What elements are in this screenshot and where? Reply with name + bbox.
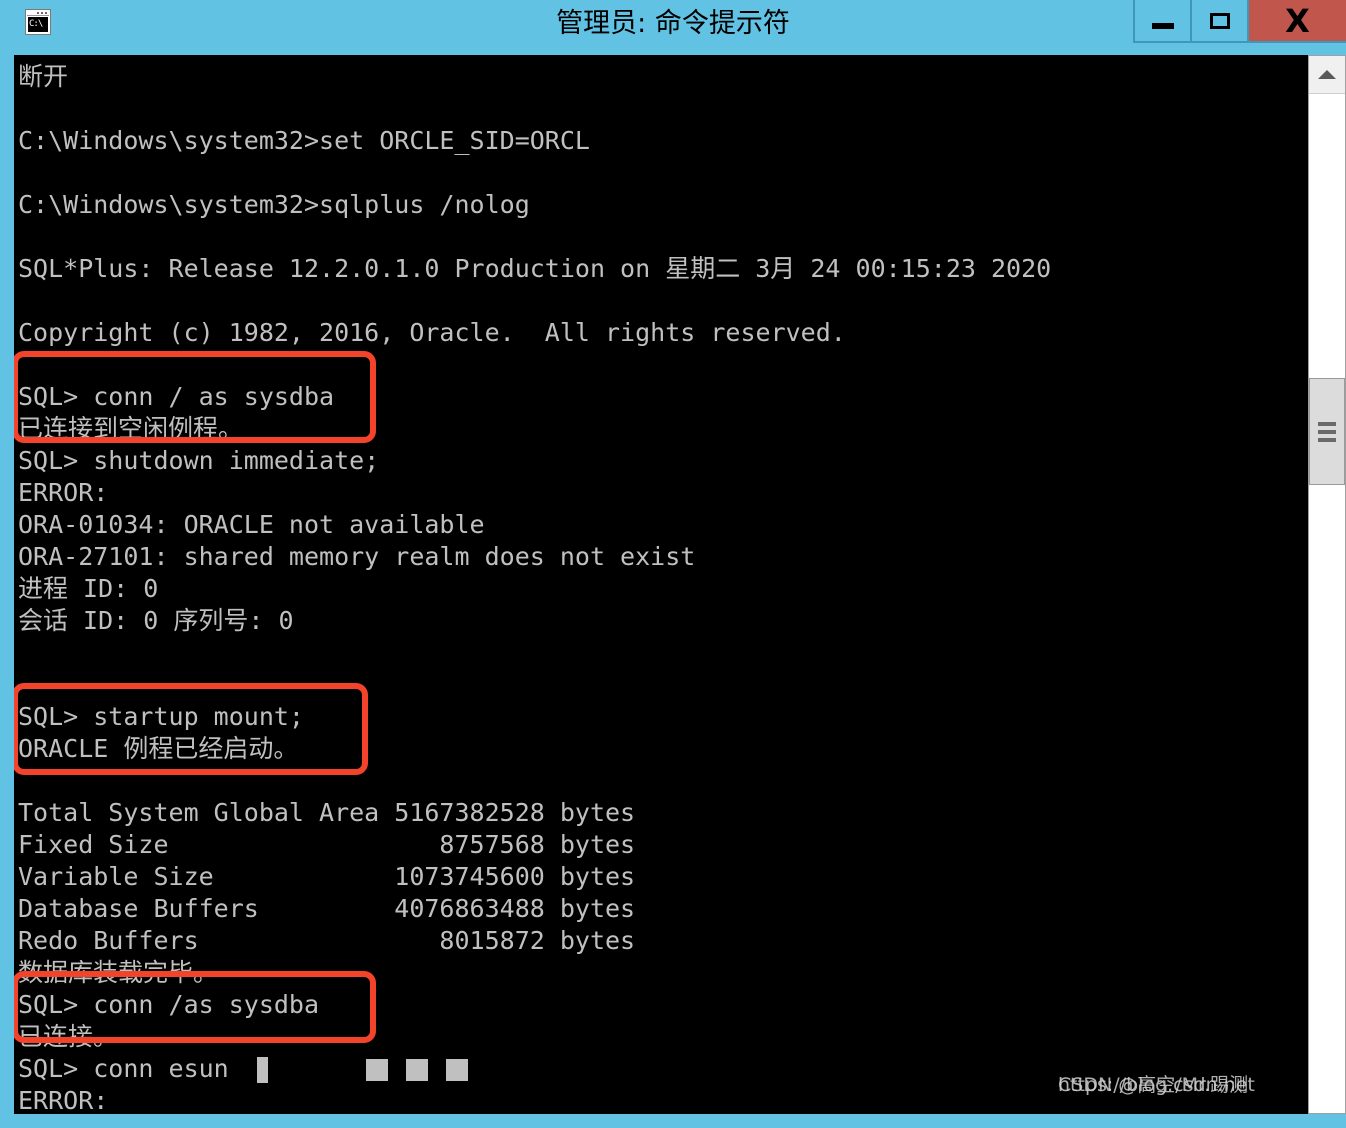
console-line: ORA-27101: shared memory realm does not …: [18, 542, 696, 571]
minimize-icon: [1151, 22, 1174, 29]
console-line: ORACLE 例程已经启动。: [18, 734, 299, 763]
tofu-glyph: [446, 1059, 468, 1081]
window-controls: X: [1133, 0, 1346, 43]
console-line: SQL> conn /as sysdba: [18, 990, 320, 1019]
console-line: 数据库装载完毕。: [18, 958, 219, 987]
console-body: 断开 C:\Windows\system32>set ORCLE_SID=ORCL…: [0, 55, 1346, 1128]
console-line: Redo Buffers 8015872 bytes: [18, 926, 636, 955]
console-line: C:\Windows\system32>sqlplus /nolog: [18, 190, 530, 219]
grip-line: [1318, 437, 1336, 442]
tofu-glyph: [366, 1059, 388, 1081]
console-line: SQL> conn / as sysdba: [18, 382, 335, 411]
vertical-scrollbar[interactable]: [1308, 55, 1346, 1114]
console-line: 断开: [18, 62, 69, 91]
maximize-button[interactable]: [1192, 0, 1249, 41]
console-line: C:\Windows\system32>set ORCLE_SID=ORCL: [18, 126, 590, 155]
console-line: SQL*Plus: Release 12.2.0.1.0 Production …: [18, 254, 1052, 283]
console-line: ERROR:: [18, 478, 109, 507]
unrendered-glyphs: [366, 1059, 468, 1081]
grip-line: [1318, 429, 1336, 434]
minimize-button[interactable]: [1135, 0, 1192, 41]
tofu-glyph: [406, 1059, 428, 1081]
title-bar[interactable]: C:\ 管理员: 命令提示符 X: [0, 0, 1346, 55]
console-text: 断开 C:\Windows\system32>set ORCLE_SID=ORCL…: [14, 55, 1308, 1114]
console-line: 已连接。: [18, 1022, 119, 1051]
maximize-icon: [1209, 12, 1230, 29]
console-window: C:\ 管理员: 命令提示符 X 断开 C:\Windows\system32>s…: [0, 0, 1346, 1128]
console-line: 会话 ID: 0 序列号: 0: [18, 606, 294, 635]
console-line: SQL> conn esun: [18, 1054, 229, 1083]
scrollbar-thumb[interactable]: [1309, 378, 1345, 485]
scroll-up-button[interactable]: [1309, 56, 1345, 94]
chevron-up-icon: [1318, 70, 1336, 79]
console-line: Variable Size 1073745600 bytes: [18, 862, 636, 891]
console-output-area[interactable]: 断开 C:\Windows\system32>set ORCLE_SID=ORCL…: [14, 55, 1308, 1114]
grip-line: [1318, 421, 1336, 426]
console-line: 已连接到空闲例程。: [18, 414, 244, 443]
console-line: SQL> shutdown immediate;: [18, 446, 380, 475]
console-line: Fixed Size 8757568 bytes: [18, 830, 636, 859]
console-line: 进程 ID: 0: [18, 574, 159, 603]
icon-titlebar-strip: [27, 11, 49, 16]
close-icon: X: [1285, 1, 1310, 40]
console-line: SQL> startup mount;: [18, 702, 304, 731]
cmd-console-icon: C:\: [25, 9, 51, 35]
console-line: Copyright (c) 1982, 2016, Oracle. All ri…: [18, 318, 846, 347]
console-line: Total System Global Area 5167382528 byte…: [18, 798, 636, 827]
console-line: Database Buffers 4076863488 bytes: [18, 894, 636, 923]
console-line: ORA-01034: ORACLE not available: [18, 510, 485, 539]
close-button[interactable]: X: [1249, 0, 1346, 41]
text-cursor: [257, 1057, 268, 1083]
icon-screen-text: C:\: [28, 17, 48, 32]
console-line: ERROR:: [18, 1086, 109, 1114]
